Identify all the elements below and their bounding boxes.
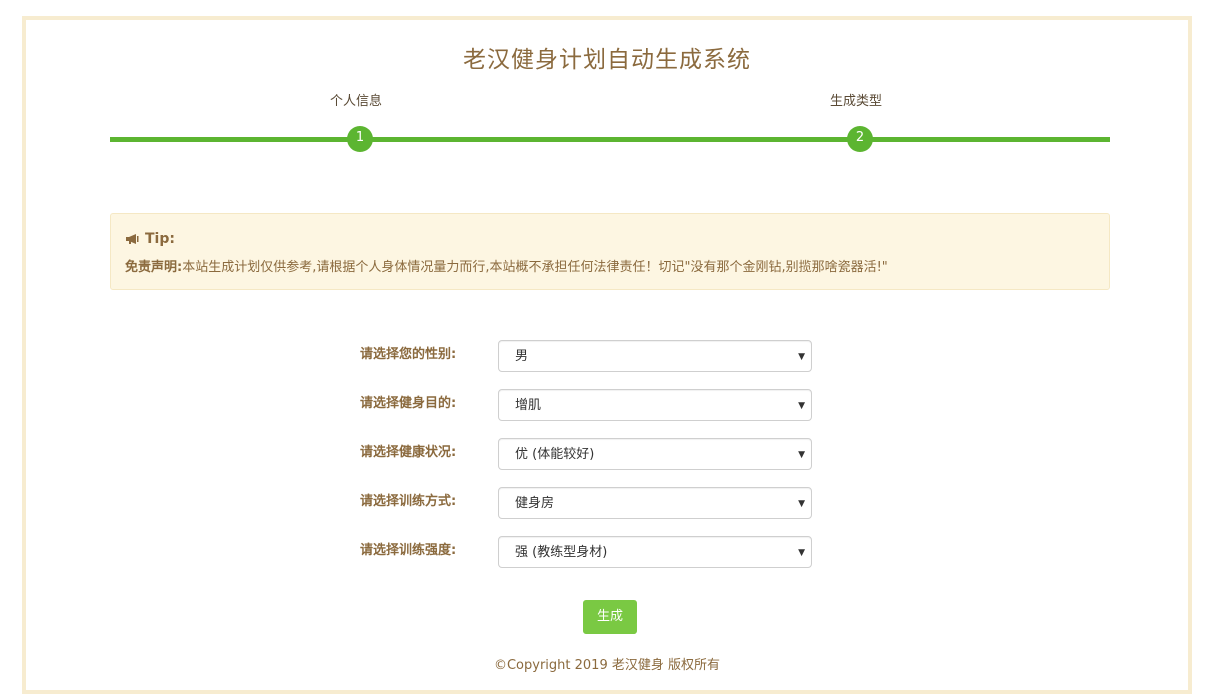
intensity-label: 请选择训练强度: [360,543,457,558]
footer-copyright: ©Copyright 2019 老汉健身 版权所有 [493,658,720,673]
caret-down-icon: ▼ [798,548,805,558]
tip-heading: Tip: [125,231,175,247]
training-method-select[interactable]: 健身房 ▼ [498,487,812,519]
main-container: 老汉健身计划自动生成系统 个人信息 生成类型 1 2 Tip: 免责声明:本站生… [22,16,1192,694]
disclaimer-body: 本站生成计划仅供参考,请根据个人身体情况量力而行,本站概不承担任何法律责任！切记… [182,260,888,275]
form-row-intensity: 请选择训练强度: 强 (教练型身材) ▼ [26,536,1188,570]
step-progress-bar [110,137,1110,142]
step-label-personal-info: 个人信息 [329,94,382,109]
tip-alert: Tip: 免责声明:本站生成计划仅供参考,请根据个人身体情况量力而行,本站概不承… [110,213,1110,290]
step-2-indicator[interactable]: 2 [847,126,873,152]
form-row-health: 请选择健康状况: 优 (体能较好) ▼ [26,438,1188,472]
form-row-training-method: 请选择训练方式: 健身房 ▼ [26,487,1188,521]
health-select[interactable]: 优 (体能较好) ▼ [498,438,812,470]
caret-down-icon: ▼ [798,450,805,460]
caret-down-icon: ▼ [798,352,805,362]
generate-button[interactable]: 生成 [583,600,637,634]
intensity-select[interactable]: 强 (教练型身材) ▼ [498,536,812,568]
health-select-value: 优 (体能较好) [515,447,595,462]
goal-select-value: 增肌 [515,398,542,413]
form-row-gender: 请选择您的性别: 男 ▼ [26,340,1188,374]
megaphone-icon [125,233,141,245]
disclaimer-text: 免责声明:本站生成计划仅供参考,请根据个人身体情况量力而行,本站概不承担任何法律… [125,256,888,275]
health-label: 请选择健康状况: [360,445,457,460]
form-row-goal: 请选择健身目的: 增肌 ▼ [26,389,1188,423]
tip-heading-text: Tip: [145,231,175,247]
training-method-label: 请选择训练方式: [360,494,457,509]
intensity-select-value: 强 (教练型身材) [515,545,608,560]
gender-select-value: 男 [515,349,529,364]
goal-label: 请选择健身目的: [360,396,457,411]
goal-select[interactable]: 增肌 ▼ [498,389,812,421]
caret-down-icon: ▼ [798,401,805,411]
page-title: 老汉健身计划自动生成系统 [463,47,751,73]
step-label-generate-type: 生成类型 [829,94,882,109]
gender-label: 请选择您的性别: [360,347,457,362]
disclaimer-label: 免责声明: [125,260,183,275]
caret-down-icon: ▼ [798,499,805,509]
gender-select[interactable]: 男 ▼ [498,340,812,372]
step-1-indicator[interactable]: 1 [347,126,373,152]
training-method-select-value: 健身房 [515,496,555,511]
